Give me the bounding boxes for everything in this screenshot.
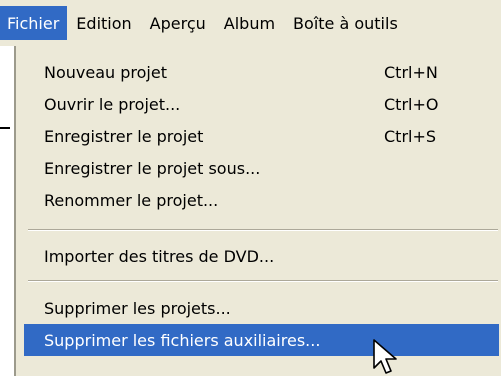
menu-item-supprimer-les-projets[interactable]: Supprimer les projets... [24,292,499,324]
menu-item-enregistrer-le-projet[interactable]: Enregistrer le projet Ctrl+S [24,120,499,152]
screen: Fichier Edition Aperçu Album Boîte à out… [0,0,501,376]
menu-item-label: Supprimer les projets... [44,298,231,318]
menu-item-enregistrer-le-projet-sous[interactable]: Enregistrer le projet sous... [24,152,499,184]
menubar-item-album[interactable]: Album [215,6,284,40]
menu-item-label: Supprimer les fichiers auxiliaires... [44,330,321,350]
menubar-item-label: Aperçu [149,13,206,33]
menu-item-renommer-le-projet[interactable]: Renommer le projet... [24,184,499,216]
menu-item-label: Importer des titres de DVD... [44,246,275,266]
menu-item-nouveau-projet[interactable]: Nouveau projet Ctrl+N [24,56,499,88]
menubar-item-edition[interactable]: Edition [67,6,140,40]
menu-bar: Fichier Edition Aperçu Album Boîte à out… [0,0,501,46]
arrow-pointer-icon [373,339,397,374]
menubar-item-label: Edition [76,13,132,33]
menu-item-shortcut: Ctrl+S [384,126,437,146]
menubar-item-label: Boîte à outils [293,13,398,33]
menu-item-supprimer-les-fichiers-auxiliaires[interactable]: Supprimer les fichiers auxiliaires... [24,324,499,356]
menubar-item-boite-a-outils[interactable]: Boîte à outils [284,6,407,40]
menu-item-importer-des-titres-de-dvd[interactable]: Importer des titres de DVD... [24,240,499,272]
menu-item-label: Renommer le projet... [44,190,219,210]
menu-item-ouvrir-le-projet[interactable]: Ouvrir le projet... Ctrl+O [24,88,499,120]
menubar-item-apercu[interactable]: Aperçu [141,6,215,40]
menu-item-shortcut: Ctrl+O [384,94,439,114]
fichier-dropdown-menu: Nouveau projet Ctrl+N Ouvrir le projet..… [14,46,501,376]
menu-item-shortcut: Ctrl+N [384,62,438,82]
menubar-item-label: Album [223,13,276,33]
menu-item-label: Enregistrer le projet sous... [44,158,261,178]
menubar-item-fichier[interactable]: Fichier [0,6,68,40]
menubar-item-label: Fichier [7,13,60,33]
menu-separator [28,280,498,282]
divider-line [0,127,10,129]
menu-separator [28,229,498,231]
